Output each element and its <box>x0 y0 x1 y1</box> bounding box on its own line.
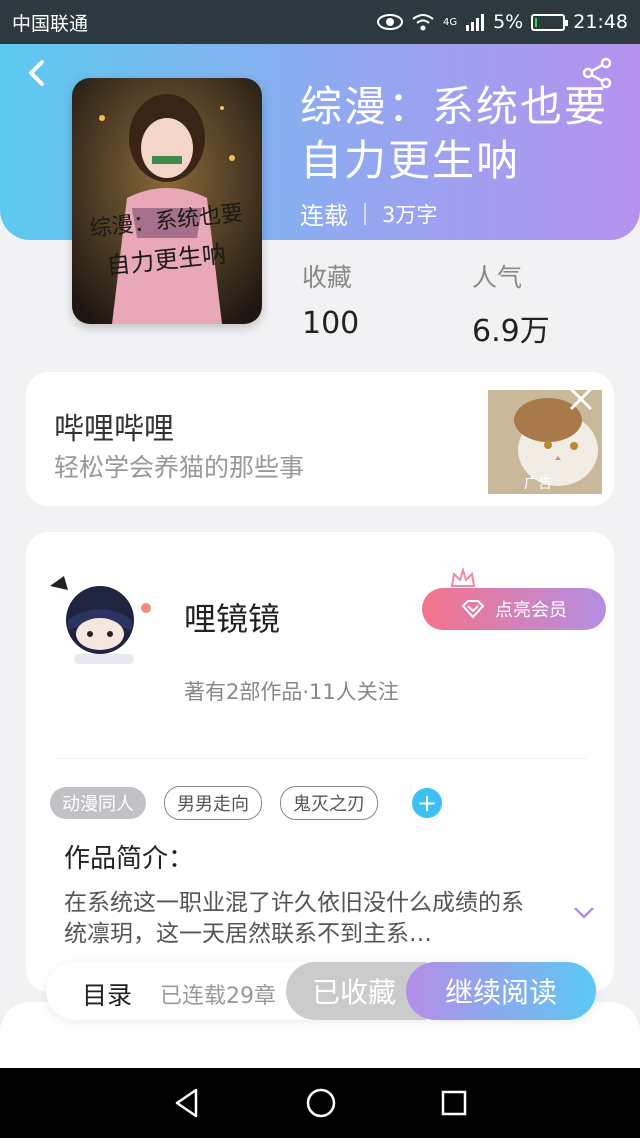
stat-value: 100 <box>302 306 360 341</box>
vip-label: 点亮会员 <box>495 600 567 621</box>
status-icons: 4G 5% 21:48 <box>376 11 628 33</box>
ad-card[interactable]: 哔哩哔哩 轻松学会养猫的那些事 广告 <box>26 372 614 506</box>
vip-button[interactable]: 点亮会员 <box>422 588 606 630</box>
stat-value: 6.9万 <box>472 314 550 349</box>
intro-heading: 作品简介： <box>64 844 195 874</box>
serial-status: 连载 <box>300 202 348 230</box>
network-type: 4G <box>442 17 458 28</box>
status-bar: 中国联通 4G 5% 21:48 <box>0 0 640 44</box>
stat-label: 人气 <box>472 263 523 292</box>
stat-popularity: 人气 6.9万 <box>472 258 550 350</box>
author-name[interactable]: 哩镜镜 <box>184 594 280 640</box>
crown-icon <box>450 568 476 587</box>
tag[interactable]: 男男走向 <box>164 786 262 820</box>
nav-back-icon[interactable] <box>172 1087 202 1119</box>
ad-badge: 广告 <box>524 476 552 492</box>
close-icon[interactable] <box>566 384 596 414</box>
author-card: 哩镜镜 点亮会员 著有2部作品·11人关注 动漫同人 男男走向 鬼灭之刃 + 作… <box>26 532 614 992</box>
ad-title: 哔哩哔哩 <box>54 412 174 447</box>
avatar[interactable] <box>44 568 162 668</box>
wifi-icon <box>412 14 434 31</box>
nav-recents-icon[interactable] <box>440 1089 468 1117</box>
system-nav-bar <box>0 1068 640 1138</box>
toc-status[interactable]: 已连载29章 <box>160 978 276 1010</box>
clock: 21:48 <box>573 11 628 33</box>
word-count: 3万字 <box>382 202 438 227</box>
battery-percent: 5% <box>493 11 524 33</box>
ad-subtitle: 轻松学会养猫的那些事 <box>54 453 305 482</box>
meta-divider <box>364 202 366 225</box>
toc-button[interactable]: 目录 <box>82 976 132 1012</box>
carrier-label: 中国联通 <box>12 12 89 35</box>
book-meta: 连载 3万字 <box>300 196 437 231</box>
continue-reading-button[interactable]: 继续阅读 <box>406 962 596 1020</box>
nav-home-icon[interactable] <box>305 1087 337 1119</box>
tag[interactable]: 鬼灭之刃 <box>280 786 378 820</box>
tag[interactable]: 动漫同人 <box>50 787 146 819</box>
back-icon[interactable] <box>22 56 52 90</box>
book-title: 综漫：系统也要自力更生呐 <box>300 82 609 185</box>
collected-button[interactable]: 已收藏 <box>286 962 426 1020</box>
cover-illustration: 综漫：系统也要 自力更生呐 <box>72 78 262 324</box>
author-info: 著有2部作品·11人关注 <box>184 680 399 704</box>
diamond-icon <box>461 600 485 619</box>
book-cover[interactable]: 综漫：系统也要 自力更生呐 <box>72 78 262 324</box>
stat-label: 收藏 <box>302 263 353 292</box>
eye-icon <box>376 14 403 30</box>
divider <box>56 758 586 759</box>
battery-icon <box>531 13 569 31</box>
action-bar: 目录 已连载29章 已收藏 继续阅读 <box>46 962 596 1020</box>
add-tag-button[interactable]: + <box>412 788 442 818</box>
chevron-down-icon[interactable] <box>572 904 596 922</box>
intro-text[interactable]: 在系统这一职业混了许久依旧没什么成绩的系统凛玥，这一天居然联系不到主系… <box>64 888 534 950</box>
tag-list: 动漫同人 男男走向 鬼灭之刃 + <box>50 786 442 820</box>
signal-icon <box>466 14 485 31</box>
stat-favorites: 收藏 100 <box>302 258 359 341</box>
